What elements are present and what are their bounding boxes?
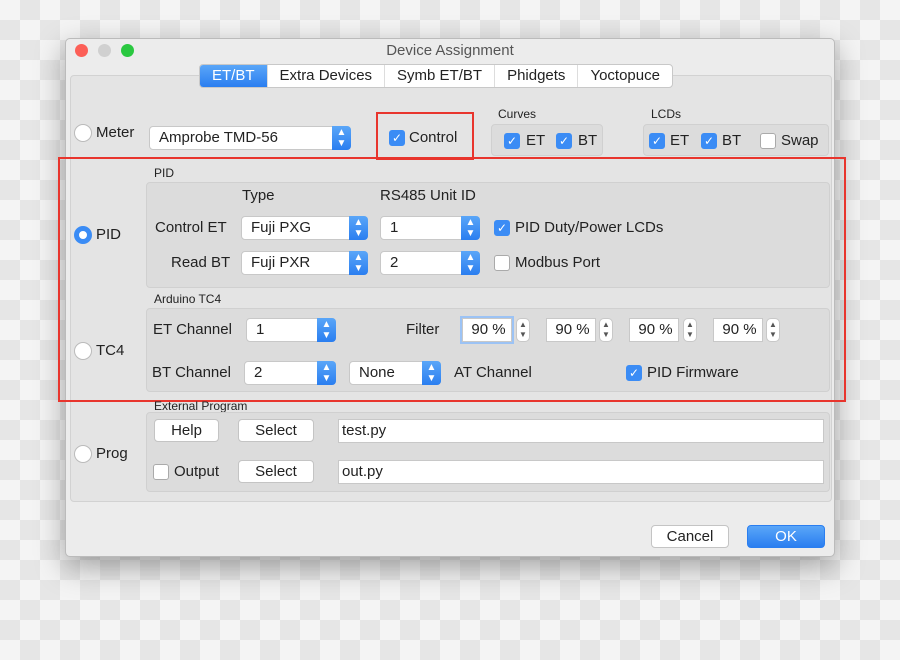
- modbus-port-label: Modbus Port: [515, 254, 601, 271]
- curves-et-checkbox[interactable]: ✓: [504, 133, 520, 149]
- output-label: Output: [174, 463, 220, 480]
- cancel-button[interactable]: Cancel: [651, 525, 729, 548]
- bt-channel-select[interactable]: 2 ▲ ▼: [244, 361, 336, 385]
- filter-3-stepper[interactable]: ▲ ▼: [683, 318, 697, 342]
- tab-et-bt[interactable]: ET/BT: [200, 65, 268, 87]
- zoom-button[interactable]: [121, 44, 134, 57]
- control-et-unit-select[interactable]: 1 ▲ ▼: [380, 216, 480, 240]
- filter-4-input[interactable]: 90 %: [713, 318, 763, 342]
- lcds-swap-checkbox[interactable]: [760, 133, 776, 149]
- external-program-label: External Program: [154, 399, 248, 413]
- chevron-updown-icon: ▲ ▼: [461, 216, 480, 240]
- chevron-updown-icon: ▲ ▼: [317, 361, 336, 385]
- pid-firmware-label: PID Firmware: [647, 364, 739, 381]
- control-et-type-select[interactable]: Fuji PXG ▲ ▼: [241, 216, 368, 240]
- at-channel-select[interactable]: None ▲ ▼: [349, 361, 441, 385]
- select-output-button[interactable]: Select: [238, 460, 314, 483]
- chevron-updown-icon: ▲ ▼: [461, 251, 480, 275]
- lcds-bt-checkbox[interactable]: ✓: [701, 133, 717, 149]
- window-title: Device Assignment: [386, 42, 514, 59]
- read-bt-type-select[interactable]: Fuji PXR ▲ ▼: [241, 251, 368, 275]
- output-checkbox[interactable]: [153, 464, 169, 480]
- close-button[interactable]: [75, 44, 88, 57]
- filter-1-stepper[interactable]: ▲ ▼: [516, 318, 530, 342]
- device-assignment-window: Device Assignment ET/BT Extra Devices Sy…: [58, 38, 846, 557]
- pid-duty-lcds-checkbox[interactable]: ✓: [494, 220, 510, 236]
- type-header: Type: [242, 187, 275, 204]
- unit-id-header: RS485 Unit ID: [380, 187, 476, 204]
- ok-button[interactable]: OK: [747, 525, 825, 548]
- chevron-updown-icon: ▲ ▼: [349, 216, 368, 240]
- chevron-updown-icon: ▲ ▼: [332, 126, 351, 150]
- help-button[interactable]: Help: [154, 419, 219, 442]
- output-file-input[interactable]: out.py: [338, 460, 824, 484]
- minimize-button[interactable]: [98, 44, 111, 57]
- et-channel-value: 1: [256, 321, 265, 338]
- filter-1-input[interactable]: 90 %: [460, 316, 514, 344]
- meter-device-value: Amprobe TMD-56: [159, 129, 278, 146]
- meter-device-select[interactable]: Amprobe TMD-56 ▲ ▼: [149, 126, 351, 150]
- curves-bt-label: BT: [578, 132, 598, 149]
- control-label: Control: [409, 129, 458, 146]
- chevron-updown-icon: ▲ ▼: [317, 318, 336, 342]
- prog-radio[interactable]: [74, 445, 92, 463]
- curves-et-label: ET: [526, 132, 546, 149]
- pid-radio[interactable]: [74, 226, 92, 244]
- bt-channel-label: BT Channel: [152, 364, 231, 381]
- chevron-updown-icon: ▲ ▼: [422, 361, 441, 385]
- pid-duty-lcds-label: PID Duty/Power LCDs: [515, 219, 664, 236]
- control-et-label: Control ET: [155, 219, 227, 236]
- filter-label: Filter: [406, 321, 440, 338]
- pid-radio-label: PID: [96, 226, 122, 243]
- meter-radio[interactable]: [74, 124, 92, 142]
- lcds-label: LCDs: [651, 107, 682, 121]
- read-bt-unit-select[interactable]: 2 ▲ ▼: [380, 251, 480, 275]
- read-bt-type-value: Fuji PXR: [251, 254, 311, 271]
- control-et-type-value: Fuji PXG: [251, 219, 312, 236]
- read-bt-label: Read BT: [171, 254, 231, 271]
- modbus-port-checkbox[interactable]: [494, 255, 510, 271]
- at-channel-label: AT Channel: [454, 364, 532, 381]
- filter-4-stepper[interactable]: ▲ ▼: [766, 318, 780, 342]
- at-channel-value: None: [359, 364, 395, 381]
- select-program-button[interactable]: Select: [238, 419, 314, 442]
- program-input[interactable]: test.py: [338, 419, 824, 443]
- lcds-swap-label: Swap: [781, 132, 819, 149]
- pid-group-label: PID: [154, 166, 175, 180]
- filter-3-input[interactable]: 90 %: [629, 318, 679, 342]
- tc4-group-label: Arduino TC4: [154, 292, 222, 306]
- prog-radio-label: Prog: [96, 445, 128, 462]
- curves-label: Curves: [498, 107, 537, 121]
- filter-2-input[interactable]: 90 %: [546, 318, 596, 342]
- chevron-updown-icon: ▲ ▼: [349, 251, 368, 275]
- tab-yoctopuce[interactable]: Yoctopuce: [578, 65, 672, 87]
- lcds-et-label: ET: [670, 132, 690, 149]
- lcds-et-checkbox[interactable]: ✓: [649, 133, 665, 149]
- curves-bt-checkbox[interactable]: ✓: [556, 133, 572, 149]
- lcds-bt-label: BT: [722, 132, 742, 149]
- tab-symb-et-bt[interactable]: Symb ET/BT: [385, 65, 496, 87]
- bt-channel-value: 2: [254, 364, 263, 381]
- et-channel-select[interactable]: 1 ▲ ▼: [246, 318, 336, 342]
- tab-bar: ET/BT Extra Devices Symb ET/BT Phidgets …: [199, 64, 673, 88]
- tab-extra-devices[interactable]: Extra Devices: [268, 65, 386, 87]
- tab-phidgets[interactable]: Phidgets: [495, 65, 579, 87]
- tc4-radio-label: TC4: [96, 342, 125, 359]
- control-checkbox[interactable]: ✓: [389, 130, 405, 146]
- et-channel-label: ET Channel: [153, 321, 232, 338]
- pid-firmware-checkbox[interactable]: ✓: [626, 365, 642, 381]
- read-bt-unit-value: 2: [390, 254, 399, 271]
- tc4-radio[interactable]: [74, 342, 92, 360]
- control-et-unit-value: 1: [390, 219, 399, 236]
- filter-2-stepper[interactable]: ▲ ▼: [599, 318, 613, 342]
- meter-label: Meter: [96, 124, 135, 141]
